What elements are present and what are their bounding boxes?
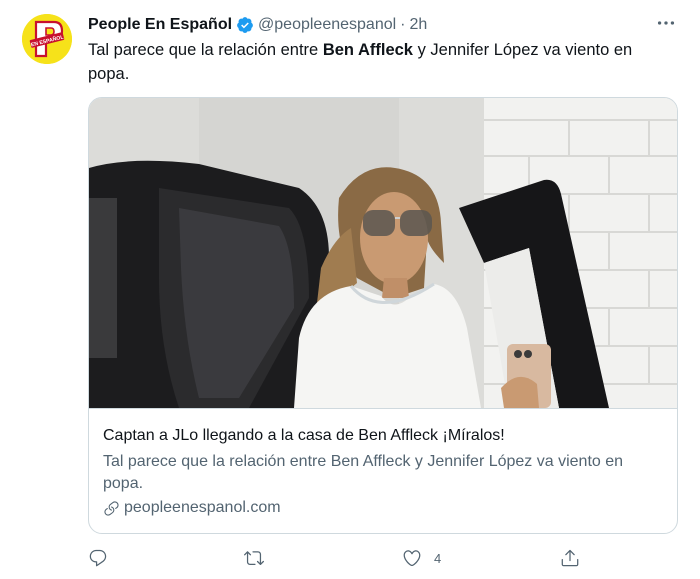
card-domain[interactable]: peopleenespanol.com	[103, 499, 281, 517]
separator: ·	[400, 16, 406, 33]
tweet-actions: 4	[88, 545, 588, 571]
card-image[interactable]	[89, 98, 677, 408]
more-icon	[657, 21, 675, 25]
like-button[interactable]: 4	[402, 545, 441, 571]
tweet-text: Tal parece que la relación entre Ben Aff…	[88, 38, 668, 86]
timestamp[interactable]: 2h	[410, 16, 428, 34]
share-icon	[561, 549, 579, 567]
verified-badge-icon	[237, 17, 253, 33]
people-logo-icon: EN ESPAÑOL	[22, 14, 72, 64]
retweet-icon	[244, 551, 264, 566]
reply-icon	[89, 549, 107, 567]
handle[interactable]: @peopleenespanol	[258, 16, 396, 34]
card-description: Tal parece que la relación entre Ben Aff…	[103, 453, 624, 492]
tweet-header: People En Español @peopleenespanol · 2h	[88, 14, 680, 36]
link-icon	[104, 500, 119, 516]
card-title[interactable]: Captan a JLo llegando a la casa de Ben A…	[103, 427, 505, 445]
like-count: 4	[434, 550, 442, 566]
tweet[interactable]: EN ESPAÑOL People En Español @peopleenes…	[0, 0, 700, 579]
tweet-text-bold: Ben Affleck	[322, 41, 413, 59]
share-button[interactable]	[560, 545, 580, 571]
link-card[interactable]: Captan a JLo llegando a la casa de Ben A…	[88, 97, 678, 534]
card-body[interactable]: Captan a JLo llegando a la casa de Ben A…	[89, 408, 677, 533]
more-options-button[interactable]	[654, 12, 678, 36]
tweet-text-part: Tal parece que la relación entre	[88, 41, 323, 59]
card-domain-text: peopleenespanol.com	[124, 499, 281, 516]
heart-icon	[403, 550, 421, 567]
retweet-button[interactable]	[244, 545, 264, 571]
reply-button[interactable]	[88, 545, 108, 571]
display-name[interactable]: People En Español	[88, 16, 232, 34]
avatar[interactable]: EN ESPAÑOL	[22, 14, 72, 64]
